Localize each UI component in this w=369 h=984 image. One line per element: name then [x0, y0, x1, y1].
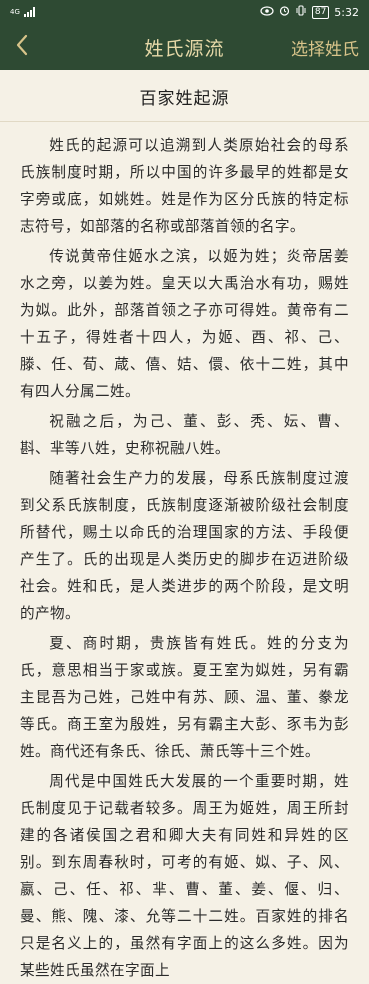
alarm-icon: [279, 5, 290, 19]
divider: [0, 121, 369, 122]
status-bar: 4G 87 5:32: [0, 0, 369, 24]
article-paragraph: 祝融之后，为己、董、彭、秃、妘、曹、斟、芈等八姓，史称祝融八姓。: [20, 413, 349, 457]
article-paragraph: 姓氏的起源可以追溯到人类原始社会的母系氏族制度时期，所以中国的许多最早的姓都是女…: [20, 137, 349, 235]
eye-comfort-icon: [260, 5, 274, 19]
select-surname-button[interactable]: 选择姓氏: [291, 35, 359, 60]
navigation-bar: 姓氏源流 选择姓氏: [0, 24, 369, 70]
clock-time: 5:32: [334, 5, 359, 19]
chevron-left-icon: [15, 34, 29, 60]
vibrate-icon: [295, 5, 307, 19]
article-paragraph: 夏、商时期，贵族皆有姓氏。姓的分支为氏，意思相当于家或族。夏王室为姒姓，另有霸主…: [20, 635, 349, 760]
network-type: 4G: [10, 7, 20, 16]
status-left: 4G: [10, 7, 35, 17]
battery-icon: 87: [311, 5, 330, 19]
status-right: 87 5:32: [260, 5, 359, 19]
article-title: 百家姓起源: [139, 89, 230, 109]
article-paragraph: 传说黄帝住姬水之滨，以姬为姓；炎帝居姜水之旁，以姜为姓。皇天以大禹治水有功，赐姓…: [20, 248, 349, 400]
article-body: 姓氏的起源可以追溯到人类原始社会的母系氏族制度时期，所以中国的许多最早的姓都是女…: [0, 132, 369, 984]
back-button[interactable]: [8, 33, 36, 61]
article-paragraph: 随著社会生产力的发展，母系氏族制度过渡到父系氏族制度，氏族制度逐渐被阶级社会制度…: [20, 470, 349, 622]
signal-icon: [23, 7, 35, 17]
article-paragraph: 周代是中国姓氏大发展的一个重要时期，姓氏制度见于记载者较多。周王为姬姓，周王所封…: [20, 773, 349, 979]
